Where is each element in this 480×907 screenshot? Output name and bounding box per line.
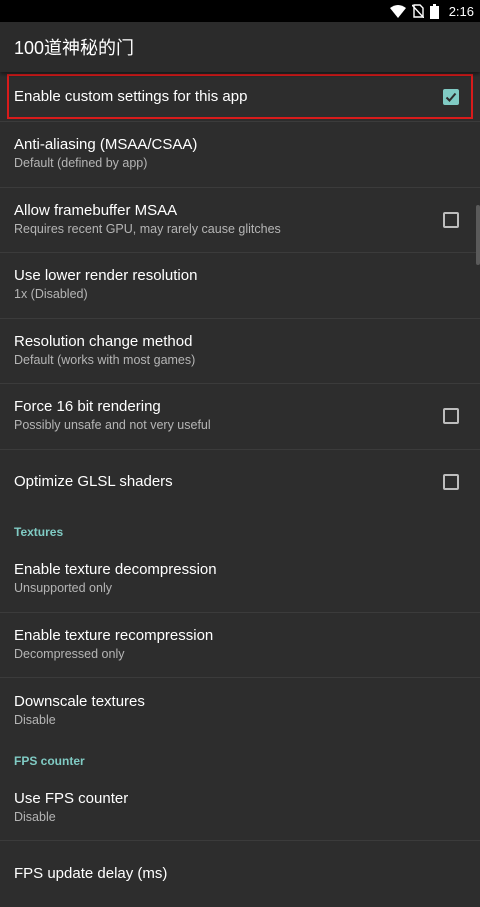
setting-summary: Disable (14, 712, 56, 727)
setting-title: Enable texture decompression (14, 561, 217, 579)
settings-list: Enable custom settings for this app Anti… (0, 72, 480, 907)
setting-lower-render-resolution[interactable]: Use lower render resolution 1x (Disabled… (0, 253, 480, 319)
setting-title: Anti-aliasing (MSAA/CSAA) (14, 136, 198, 154)
app-bar: 100道神秘的门 (0, 22, 480, 72)
checkbox-icon[interactable] (443, 88, 459, 105)
setting-title: Resolution change method (14, 332, 193, 350)
checkbox-icon[interactable] (443, 408, 459, 425)
setting-force-16-bit[interactable]: Force 16 bit rendering Possibly unsafe a… (0, 384, 480, 450)
setting-title: Force 16 bit rendering (14, 398, 161, 416)
setting-title: Optimize GLSL shaders (14, 473, 173, 491)
battery-icon (429, 3, 439, 19)
setting-summary: Disable (14, 809, 56, 824)
setting-title: Use lower render resolution (14, 267, 198, 285)
setting-framebuffer-msaa[interactable]: Allow framebuffer MSAA Requires recent G… (0, 188, 480, 253)
setting-title: FPS update delay (ms) (14, 864, 168, 882)
checkbox-icon[interactable] (443, 474, 459, 491)
setting-summary: Decompressed only (14, 646, 125, 661)
wifi-icon (389, 4, 406, 18)
category-fps-counter: FPS counter (14, 753, 85, 768)
setting-texture-decompression[interactable]: Enable texture decompression Unsupported… (0, 547, 480, 613)
setting-enable-custom[interactable]: Enable custom settings for this app (0, 72, 480, 122)
setting-title: Allow framebuffer MSAA (14, 201, 178, 219)
setting-summary: Possibly unsafe and not very useful (14, 418, 211, 433)
setting-title: Downscale textures (14, 692, 145, 710)
setting-summary: Unsupported only (14, 581, 112, 596)
setting-optimize-glsl[interactable]: Optimize GLSL shaders (0, 450, 480, 516)
status-bar: 2:16 (0, 0, 480, 22)
setting-summary: Default (works with most games) (14, 352, 196, 367)
setting-texture-recompression[interactable]: Enable texture recompression Decompresse… (0, 613, 480, 678)
setting-title: Enable custom settings for this app (14, 87, 248, 105)
setting-summary: Requires recent GPU, may rarely cause gl… (14, 221, 281, 236)
setting-anti-aliasing[interactable]: Anti-aliasing (MSAA/CSAA) Default (defin… (0, 122, 480, 188)
setting-summary: 1x (Disabled) (14, 287, 88, 302)
no-sim-icon (411, 4, 424, 18)
setting-fps-update-delay[interactable]: FPS update delay (ms) (0, 841, 480, 907)
setting-summary: Default (defined by app) (14, 156, 148, 171)
setting-resolution-change-method[interactable]: Resolution change method Default (works … (0, 319, 480, 384)
setting-use-fps-counter[interactable]: Use FPS counter Disable (0, 776, 480, 841)
category-textures: Textures (14, 525, 64, 539)
setting-downscale-textures[interactable]: Downscale textures Disable (0, 678, 480, 744)
checkbox-icon[interactable] (443, 211, 459, 228)
page-title: 100道神秘的门 (14, 38, 135, 58)
setting-title: Use FPS counter (14, 789, 129, 807)
scrollbar[interactable] (476, 205, 480, 265)
status-time: 2:16 (448, 3, 474, 19)
setting-title: Enable texture recompression (14, 626, 214, 644)
